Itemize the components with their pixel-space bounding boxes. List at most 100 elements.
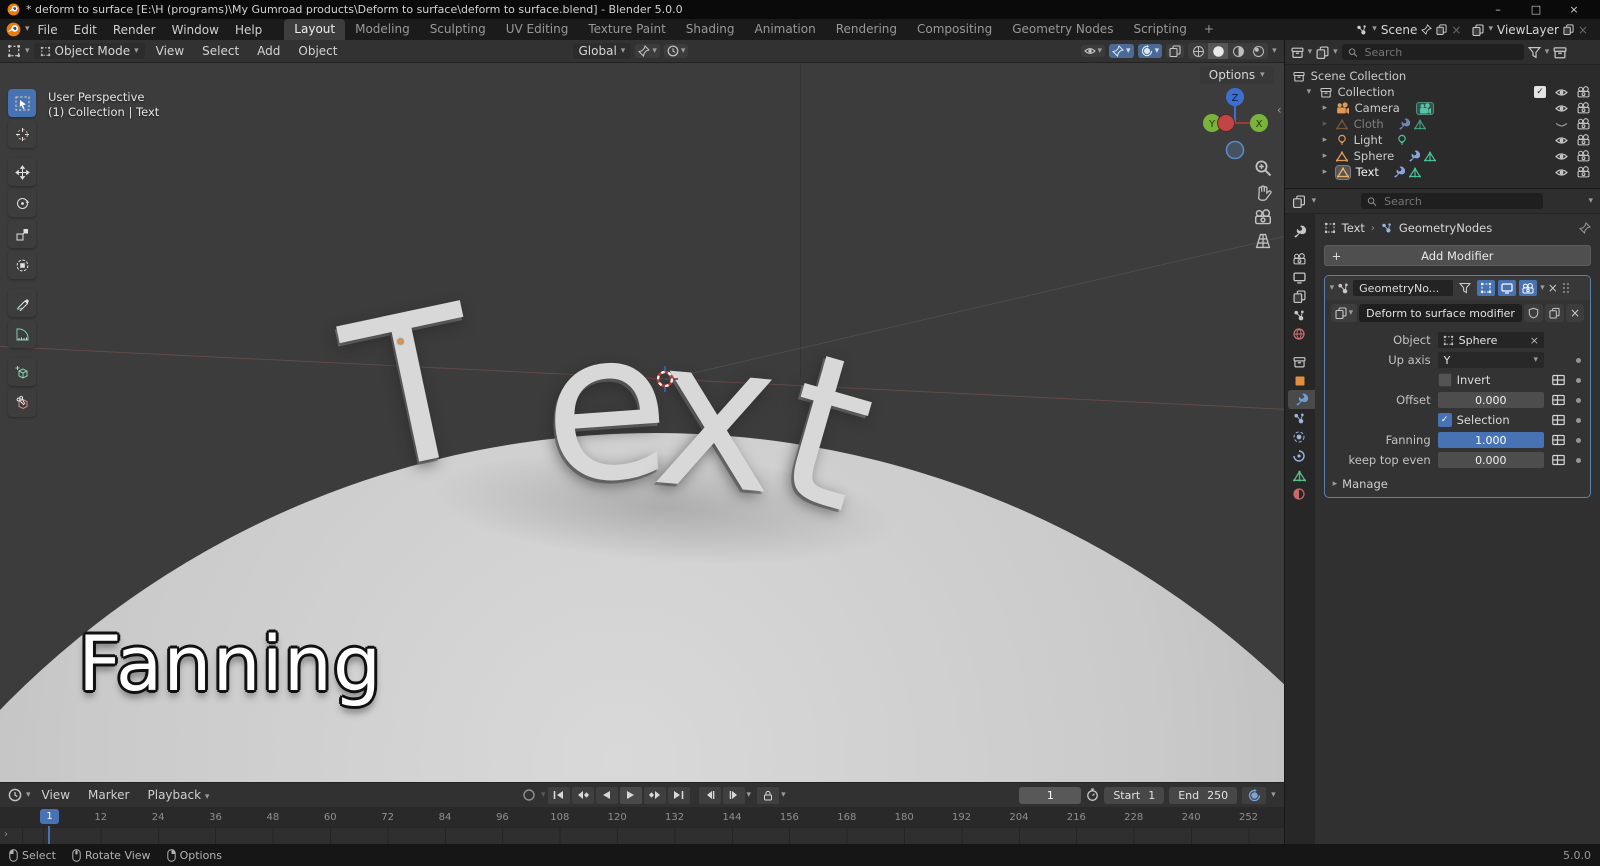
outliner-display-mode-icon[interactable] [1291, 46, 1304, 59]
minimize-button[interactable]: – [1479, 0, 1517, 19]
disable-render-icon[interactable] [1577, 166, 1590, 178]
shading-solid-button[interactable] [1208, 43, 1229, 59]
breadcrumb-object[interactable]: Text [1342, 221, 1365, 235]
outliner-row-scene-collection[interactable]: Scene Collection [1293, 68, 1596, 84]
properties-tab-object-data[interactable] [1285, 466, 1315, 485]
tool-add-cube[interactable] [8, 358, 36, 386]
properties-tab-object[interactable] [1285, 371, 1315, 390]
tab-layout[interactable]: Layout [284, 19, 346, 40]
maximize-button[interactable]: □ [1517, 0, 1555, 19]
menu-window[interactable]: Window [164, 21, 227, 39]
disable-render-icon[interactable] [1577, 102, 1590, 114]
auto-key-record-icon[interactable] [522, 788, 536, 802]
pin-icon[interactable] [1421, 24, 1432, 35]
fake-user-button[interactable] [1523, 304, 1543, 322]
tab-rendering[interactable]: Rendering [826, 19, 907, 40]
blender-app-icon[interactable] [6, 22, 21, 37]
disable-render-icon[interactable] [1577, 86, 1590, 98]
viewport-options-button[interactable]: Options ▾ [1199, 66, 1274, 84]
remove-viewlayer-icon[interactable]: × [1578, 23, 1588, 37]
input-attribute-toggle-icon[interactable] [1552, 374, 1565, 386]
step-forward-button[interactable] [722, 786, 745, 804]
disable-render-icon[interactable] [1577, 150, 1590, 162]
keep-top-even-number-field[interactable]: 0.000 [1437, 452, 1544, 468]
tool-move[interactable] [8, 158, 36, 186]
menu-select[interactable]: Select [195, 43, 246, 59]
active-camera-badge[interactable] [1415, 101, 1434, 115]
next-keyframe-button[interactable] [643, 786, 666, 804]
animate-dot[interactable] [1575, 417, 1581, 423]
stopwatch-icon[interactable] [1086, 788, 1099, 802]
zoom-icon[interactable] [1254, 159, 1272, 177]
outliner-row-text[interactable]: ▸ Text [1323, 164, 1596, 180]
properties-tab-world[interactable] [1285, 325, 1315, 344]
tool-measure[interactable] [8, 320, 36, 348]
properties-tab-render[interactable] [1285, 249, 1315, 268]
collapse-icon[interactable]: ▾ [1330, 283, 1335, 293]
modifier-realtime-toggle[interactable] [1498, 280, 1517, 296]
timeline-menu-playback[interactable]: Playback ▾ [141, 787, 217, 803]
properties-search-input[interactable] [1382, 193, 1538, 209]
animate-dot[interactable] [1575, 437, 1581, 443]
browse-nodetree-button[interactable]: ▾ [1330, 304, 1358, 322]
nodetree-name-field[interactable]: Deform to surface modifier [1359, 304, 1522, 322]
sidebar-collapse-arrow[interactable]: ‹ [1277, 103, 1282, 117]
tab-shading[interactable]: Shading [676, 19, 745, 40]
properties-tab-view-layer[interactable] [1285, 287, 1315, 306]
tab-texture-paint[interactable]: Texture Paint [578, 19, 675, 40]
editor-type-icon[interactable] [7, 44, 21, 58]
modifier-cage-toggle[interactable] [1477, 280, 1496, 296]
text-object-letter[interactable]: x [646, 293, 788, 541]
properties-tab-physics[interactable] [1285, 428, 1315, 447]
tab-modeling[interactable]: Modeling [345, 19, 420, 40]
timeline-menu-view[interactable]: View [35, 787, 77, 803]
track-expand-arrow[interactable]: › [4, 829, 8, 840]
outliner-row-cloth[interactable]: ▸ Cloth [1323, 116, 1596, 132]
transform-orientation-dropdown[interactable]: Global ▾ [572, 43, 632, 59]
jump-to-start-button[interactable] [547, 786, 570, 804]
input-attribute-toggle-icon[interactable] [1552, 414, 1565, 426]
menu-help[interactable]: Help [227, 21, 270, 39]
outliner-row-sphere[interactable]: ▸ Sphere [1323, 148, 1596, 164]
xray-toggle[interactable] [1166, 44, 1185, 58]
tab-animation[interactable]: Animation [745, 19, 826, 40]
pin-icon[interactable] [1579, 222, 1591, 234]
tool-annotate[interactable] [8, 289, 36, 317]
properties-search[interactable] [1361, 193, 1544, 209]
menu-render[interactable]: Render [105, 21, 164, 39]
selection-checkbox[interactable]: ✓ [1437, 413, 1452, 427]
input-attribute-toggle-icon[interactable] [1552, 434, 1565, 446]
properties-tab-tool[interactable] [1285, 222, 1315, 241]
add-modifier-button[interactable]: + Add Modifier [1323, 245, 1591, 266]
shading-rendered-button[interactable] [1248, 43, 1268, 59]
manage-subpanel[interactable]: ▸ Manage [1325, 472, 1590, 497]
add-workspace-button[interactable]: + [1197, 19, 1221, 40]
visibility-dropdown[interactable]: ▾ [1080, 45, 1106, 57]
modifier-name-field[interactable]: GeometryNo... [1353, 280, 1454, 296]
menu-view[interactable]: View [149, 43, 191, 59]
outliner-search-input[interactable] [1362, 44, 1518, 60]
properties-editor-icon[interactable] [1292, 195, 1306, 208]
tool-cursor[interactable] [8, 120, 36, 148]
scene-selector[interactable]: ▾ Scene × [1352, 22, 1465, 38]
breadcrumb-data[interactable]: GeometryNodes [1399, 221, 1492, 235]
collection-checkbox[interactable]: ✓ [1534, 86, 1546, 98]
disable-render-icon[interactable] [1577, 118, 1590, 130]
invert-checkbox[interactable] [1437, 373, 1452, 387]
clear-object-icon[interactable]: × [1530, 334, 1539, 347]
viewlayer-selector[interactable]: ▾ ViewLayer × [1468, 22, 1592, 38]
step-back-button[interactable] [698, 786, 721, 804]
menu-add[interactable]: Add [250, 43, 287, 59]
new-viewlayer-icon[interactable] [1563, 24, 1574, 35]
pan-hand-icon[interactable] [1254, 184, 1272, 202]
object-picker-field[interactable]: Sphere × [1437, 332, 1544, 348]
invert-checkbox-row[interactable]: Invert [1437, 373, 1544, 387]
navigation-gizmo[interactable]: Z Y X [1196, 83, 1274, 171]
expand-icon[interactable]: ▸ [1323, 103, 1332, 113]
modifier-edit-mode-toggle[interactable] [1456, 280, 1474, 296]
expand-icon[interactable]: ▸ [1323, 119, 1332, 129]
outliner-row-camera[interactable]: ▸ Camera [1323, 100, 1596, 116]
text-object-letter[interactable]: T [329, 262, 501, 521]
outliner-row-collection[interactable]: ▾ Collection ✓ [1307, 84, 1596, 100]
disable-render-icon[interactable] [1577, 134, 1590, 146]
